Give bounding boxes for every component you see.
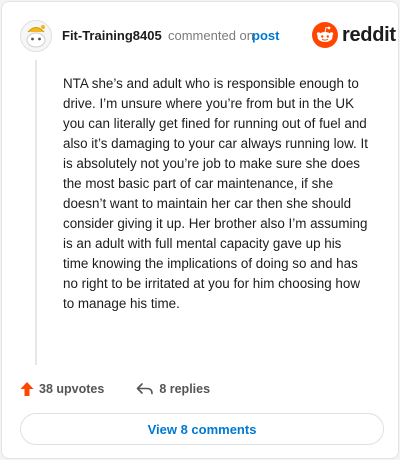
- comment-actions: 38 upvotes 8 replies: [20, 378, 210, 400]
- reddit-snoo-icon: [312, 22, 338, 48]
- reddit-logo[interactable]: reddit: [312, 22, 396, 48]
- post-link[interactable]: post: [252, 28, 279, 43]
- reply-count: 8 replies: [159, 382, 211, 396]
- reply-arrow-icon: [137, 383, 154, 395]
- view-comments-button[interactable]: View 8 comments: [20, 413, 384, 445]
- upvote-count: 38 upvotes: [39, 382, 105, 396]
- reddit-wordmark: reddit: [342, 23, 396, 46]
- snoo-avatar-icon[interactable]: [20, 20, 52, 52]
- comment-action-text: commented on: [168, 28, 254, 43]
- upvote-arrow-icon: [20, 382, 34, 396]
- thread-line: [35, 60, 37, 365]
- upvote-button[interactable]: 38 upvotes: [20, 381, 104, 397]
- replies-button[interactable]: 8 replies: [136, 382, 210, 396]
- comment-author[interactable]: Fit-Training8405: [62, 28, 162, 43]
- comment-body: NTA she’s and adult who is responsible e…: [63, 76, 368, 311]
- comment-card: Fit-Training8405 commented on post reddi…: [1, 1, 399, 459]
